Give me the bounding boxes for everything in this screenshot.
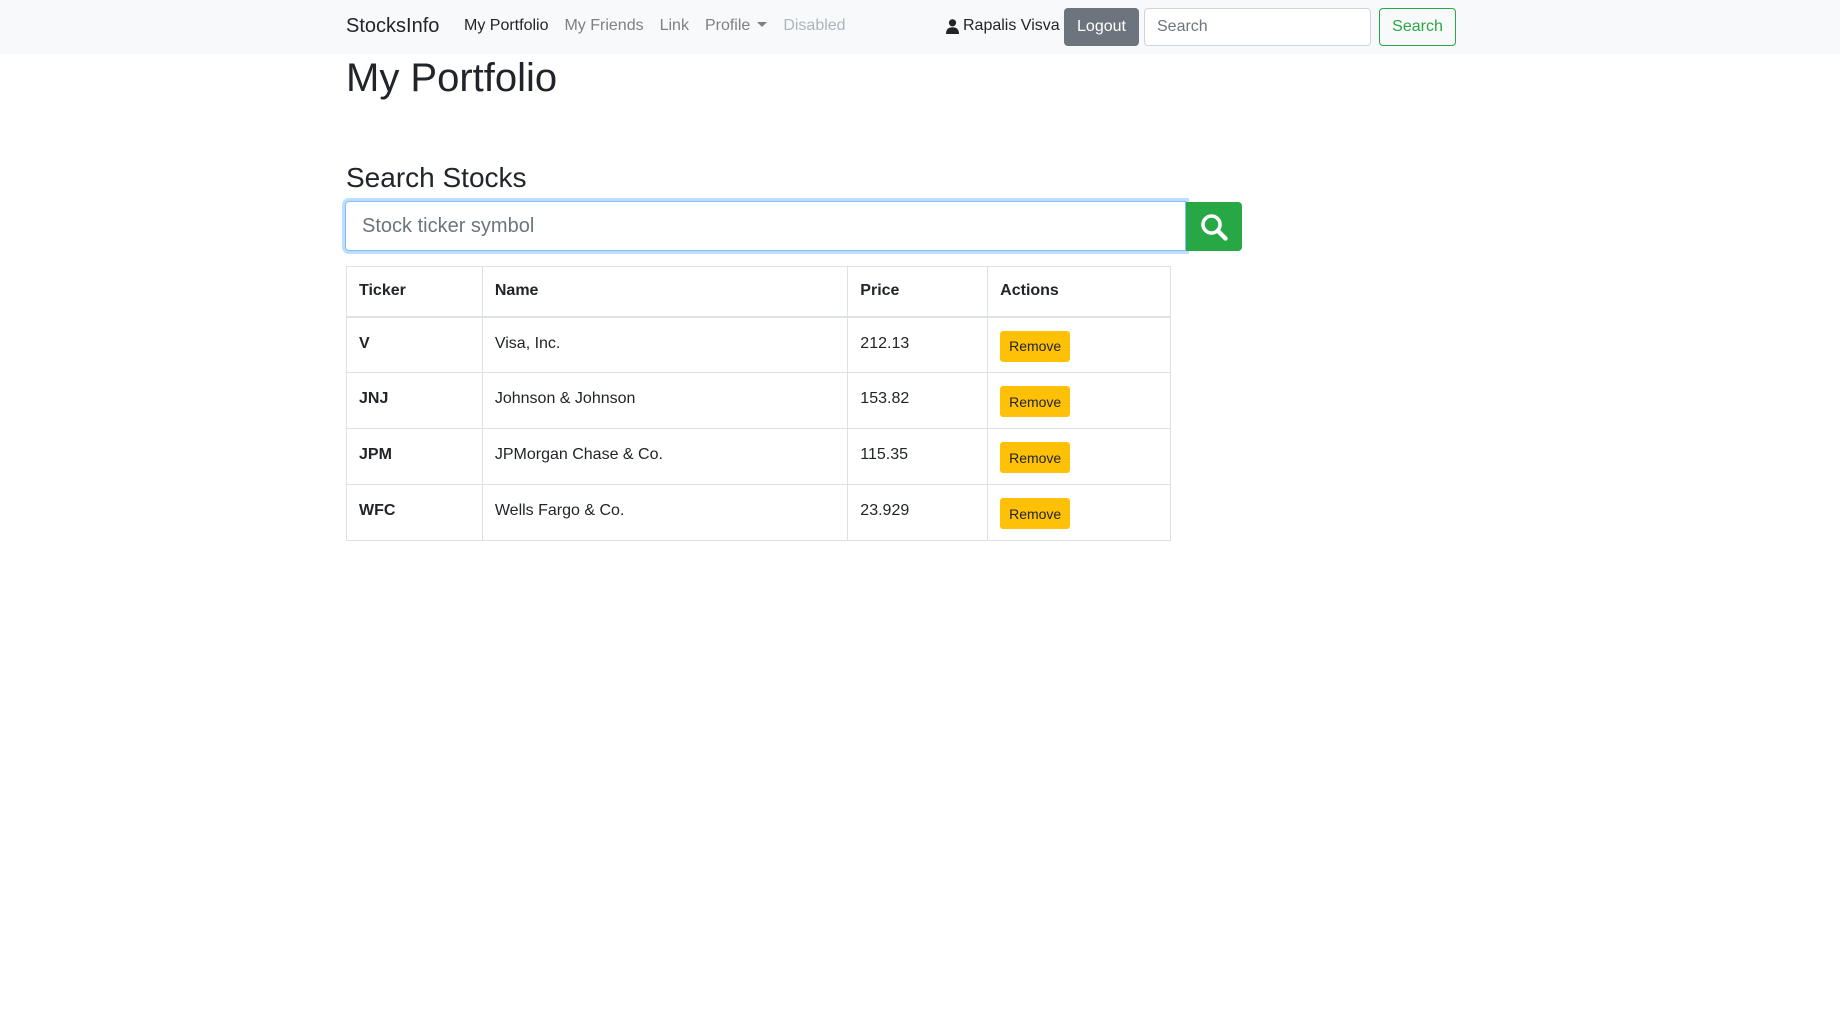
navbar: StocksInfo My Portfolio My Friends Link … — [0, 0, 1840, 54]
remove-button[interactable]: Remove — [1000, 386, 1071, 417]
cell-price: 23.929 — [847, 484, 989, 541]
stock-search-button[interactable] — [1186, 202, 1242, 251]
table-row: WFC Wells Fargo & Co. 23.929 Remove — [346, 484, 1171, 541]
table-header-row: Ticker Name Price Actions — [346, 266, 1171, 318]
cell-actions: Remove — [987, 484, 1171, 541]
nav-link-my-portfolio[interactable]: My Portfolio — [464, 16, 548, 36]
nav-links: My Portfolio My Friends Link Profile Dis… — [464, 16, 862, 36]
column-header-actions: Actions — [987, 266, 1171, 318]
table-row: JPM JPMorgan Chase & Co. 115.35 Remove — [346, 428, 1171, 485]
cell-actions: Remove — [987, 372, 1171, 429]
cell-ticker: V — [346, 316, 483, 373]
column-header-name: Name — [481, 266, 849, 318]
column-header-price: Price — [847, 266, 989, 318]
remove-button[interactable]: Remove — [1000, 442, 1071, 473]
stock-ticker-input[interactable] — [345, 201, 1186, 251]
cell-ticker: JNJ — [346, 372, 483, 429]
nav-link-my-friends[interactable]: My Friends — [564, 16, 643, 36]
cell-ticker: JPM — [346, 428, 483, 485]
nav-dropdown-profile[interactable]: Profile — [704, 16, 768, 36]
cell-price: 115.35 — [847, 428, 989, 485]
remove-button[interactable]: Remove — [1000, 498, 1071, 529]
table-row: JNJ Johnson & Johnson 153.82 Remove — [346, 372, 1171, 429]
cell-name: Visa, Inc. — [481, 316, 849, 373]
user-icon — [946, 18, 959, 34]
navbar-search-input[interactable] — [1144, 8, 1371, 46]
chevron-down-icon — [757, 22, 768, 27]
logout-button[interactable]: Logout — [1064, 8, 1139, 46]
remove-button[interactable]: Remove — [1000, 330, 1071, 362]
search-stocks-heading: Search Stocks — [346, 162, 527, 193]
cell-price: 212.13 — [847, 316, 989, 373]
cell-name: Wells Fargo & Co. — [481, 484, 849, 541]
cell-actions: Remove — [987, 316, 1171, 373]
user-name: Rapalis Visva — [963, 17, 1060, 34]
cell-name: JPMorgan Chase & Co. — [481, 428, 849, 485]
nav-dropdown-profile-label: Profile — [704, 17, 751, 34]
page-title: My Portfolio — [346, 56, 558, 100]
cell-price: 153.82 — [847, 372, 989, 429]
cell-actions: Remove — [987, 428, 1171, 485]
search-icon — [1201, 213, 1228, 241]
current-user: Rapalis Visva — [946, 16, 1060, 36]
cell-name: Johnson & Johnson — [481, 372, 849, 429]
nav-link-link[interactable]: Link — [660, 16, 689, 36]
column-header-ticker: Ticker — [346, 266, 483, 318]
portfolio-table: Ticker Name Price Actions V Visa, Inc. 2… — [346, 266, 1171, 541]
cell-ticker: WFC — [346, 484, 483, 541]
nav-link-disabled: Disabled — [783, 17, 846, 34]
table-row: V Visa, Inc. 212.13 Remove — [346, 316, 1171, 373]
navbar-brand[interactable]: StocksInfo — [346, 14, 439, 38]
navbar-search-button[interactable]: Search — [1379, 8, 1456, 46]
